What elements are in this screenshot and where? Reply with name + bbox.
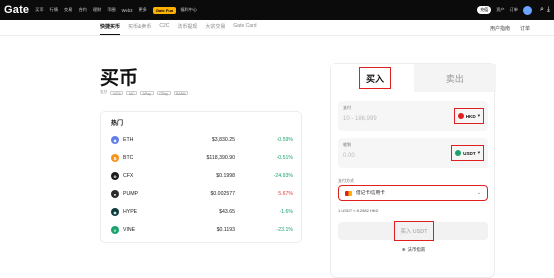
hype-icon: ◉ [111,208,119,216]
eth-icon: ◆ [111,136,119,144]
coin-change: -23.1% [276,227,293,233]
payment-methods: 支付 VISA MC APay GPay BANK [100,90,191,96]
buy-button[interactable]: 买入 USDT [338,221,488,241]
coin-change: 5.67% [278,191,293,197]
search-icon[interactable]: ⌕ [540,6,544,14]
tab-buy-sell[interactable]: 买币&卖币 [128,23,151,35]
pay-amount-input[interactable]: 10 - 186,999 [343,116,377,122]
gate-logo[interactable]: Gate [4,4,29,16]
usdt-icon [455,150,462,156]
coin-price: $0.1193 [216,227,235,233]
visa-icon: VISA [110,90,124,96]
nav-item-futures[interactable]: 合约 [78,7,86,13]
hkd-flag-icon [457,113,464,119]
chevron-down-icon: ▾ [477,113,480,118]
top-nav: Gate 买币 行情 交易 合约 理财 币圈 Web3 更多 Gate Fun … [0,0,554,20]
pay-currency-select[interactable]: HKD ▾ [453,108,484,124]
payment-method-select[interactable]: 借记卡/信用卡 ⌄ [338,185,488,201]
receive-currency-select[interactable]: USDT ▾ [451,145,484,161]
pay-label: 支付 [343,105,351,110]
list-item[interactable]: ◆ ETH $3,830.25 -0.59% [111,132,293,148]
receive-label: 收到 [343,142,351,147]
download-icon[interactable]: ⤓ [547,6,550,14]
hot-list: 热门 ◆ ETH $3,830.25 -0.59% ₿ BTC $118,390… [100,111,302,243]
deposit-button[interactable]: 充值 [477,6,492,14]
list-item[interactable]: V VINE $0.1193 -23.1% [111,222,293,238]
receive-currency: USDT [463,150,476,156]
card-icon [345,190,352,196]
fiat-guide-link[interactable]: ⊕ 法币指南 [331,247,496,253]
exchange-rate: 1 USDT ≈ 8.2582 HKD [338,208,379,213]
help-icon: ⊕ [401,247,406,252]
list-item[interactable]: ₿ BTC $118,390.90 -0.51% [111,150,293,166]
payment-method-label: 支付方式 [338,178,354,183]
google-pay-icon: GPay [156,90,171,96]
nav-item-web3[interactable]: Web3 [122,8,133,13]
coin-price: $0.1998 [216,173,235,179]
hot-title: 热门 [111,121,124,127]
tab-block-trade[interactable]: 大宗交易 [205,23,225,35]
nav-item-buy-crypto[interactable]: 买币 [35,7,43,13]
list-item[interactable]: ⊗ CFX $0.1998 -24.93% [111,168,293,184]
btc-icon: ₿ [111,154,119,162]
tab-buy[interactable]: 买入 [331,64,414,92]
payment-method-value: 借记卡/信用卡 [356,190,385,195]
orders-link[interactable]: 订单 [520,25,530,32]
buy-button-label: 买入 USDT [394,221,434,241]
coin-symbol: PUMP [123,191,138,197]
list-item[interactable]: ◉ HYPE $43.65 -1.6% [111,204,293,220]
bank-icon: BANK [173,90,189,96]
chevron-down-icon: ▾ [477,150,480,155]
promo-badge[interactable]: Gate Fun [152,6,177,14]
coin-price: $3,830.25 [211,137,235,143]
coin-symbol: BTC [123,155,134,161]
nav-item-trade[interactable]: 交易 [64,7,72,13]
tab-fiat-withdraw[interactable]: 法币提现 [177,23,197,35]
nav-item-orders[interactable]: 订单 [510,7,518,13]
coin-symbol: ETH [123,137,134,143]
sub-nav: 快捷买币 买币&卖币 C2C 法币提现 大宗交易 Gate Card 用户指南 … [0,20,554,36]
coin-change: -1.6% [279,209,293,215]
apple-pay-icon: APay [139,90,154,96]
coin-price: $118,390.90 [206,155,235,161]
tab-c2c[interactable]: C2C [159,23,169,35]
list-item[interactable]: ● PUMP $0.002577 5.67% [111,186,293,202]
coin-symbol: VINE [123,227,136,233]
pump-icon: ● [111,190,119,198]
pay-label: 支付 [100,90,108,94]
coin-change: -0.51% [276,155,293,161]
tab-quick-buy[interactable]: 快捷买币 [100,23,121,35]
nav-item-coin-circle[interactable]: 币圈 [107,7,115,13]
cfx-icon: ⊗ [111,172,119,180]
nav-item-markets[interactable]: 行情 [50,7,58,13]
fiat-guide-label: 法币指南 [407,247,426,252]
tab-sell[interactable]: 卖出 [413,64,496,92]
receive-amount-input[interactable]: 0.00 [343,153,355,159]
coin-symbol: HYPE [123,209,138,215]
receive-amount-field[interactable]: 收到 0.00 USDT ▾ [338,138,488,168]
tab-gate-card[interactable]: Gate Card [233,23,256,35]
nav-item-rewards[interactable]: 福利中心 [180,7,197,13]
top-nav-right: 充值 资产 订单 ⌕ ⤓ [477,5,550,15]
coin-symbol: CFX [123,173,134,179]
chevron-down-icon: ⌄ [476,190,481,196]
trade-tabs: 买入 卖出 [331,64,496,92]
user-guide-link[interactable]: 用户指南 [490,25,510,32]
nav-item-more[interactable]: 更多 [138,7,146,13]
page-title: 买币 [100,68,139,89]
coin-change: -24.93% [273,173,293,179]
pay-amount-field[interactable]: 支付 10 - 186,999 HKD ▾ [338,101,488,131]
mastercard-icon: MC [126,90,137,96]
trade-panel: 买入 卖出 支付 10 - 186,999 HKD ▾ 收到 0.00 USDT… [330,63,496,278]
nav-item-assets[interactable]: 资产 [496,7,504,13]
vine-icon: V [111,226,119,234]
coin-price: $0.002577 [210,191,235,197]
coin-change: -0.59% [276,137,293,143]
buy-tab-label: 买入 [359,67,391,89]
nav-item-earn[interactable]: 理财 [93,7,101,13]
pay-currency: HKD [465,113,476,119]
avatar[interactable] [522,5,532,15]
coin-price: $43.65 [219,209,235,215]
